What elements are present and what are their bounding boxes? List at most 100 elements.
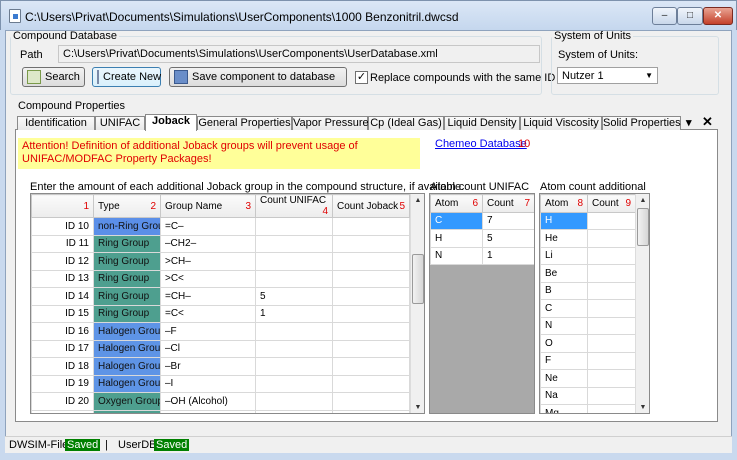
- table-row[interactable]: ID 11 Ring Group –CH2–: [31, 234, 410, 253]
- group-name-cell[interactable]: –OH (Alcohol): [160, 392, 256, 411]
- row-id-cell[interactable]: ID 21: [31, 409, 94, 413]
- scroll-up-arrow-icon[interactable]: ▲: [411, 194, 424, 208]
- joback-grid-scrollbar[interactable]: ▲ ▼: [410, 194, 424, 413]
- tab-general-properties[interactable]: General Properties: [197, 116, 292, 130]
- count-joback-cell[interactable]: [332, 322, 410, 341]
- atom-count-cell[interactable]: [587, 351, 636, 370]
- group-name-cell[interactable]: >CH–: [160, 252, 256, 271]
- atom-count-cell[interactable]: [587, 334, 636, 353]
- scroll-down-arrow-icon[interactable]: ▼: [411, 401, 424, 413]
- row-id-cell[interactable]: ID 18: [31, 357, 94, 376]
- table-row[interactable]: ID 12 Ring Group >CH–: [31, 252, 410, 271]
- table-row[interactable]: F: [540, 351, 636, 370]
- atom-cell[interactable]: B: [540, 281, 588, 300]
- atom-cell[interactable]: Li: [540, 246, 588, 265]
- row-id-cell[interactable]: ID 17: [31, 339, 94, 358]
- row-id-cell[interactable]: ID 15: [31, 304, 94, 323]
- group-type-cell[interactable]: Ring Group: [93, 269, 161, 288]
- save-component-button[interactable]: Save component to database: [169, 67, 347, 87]
- table-row[interactable]: Mg: [540, 404, 636, 413]
- table-row[interactable]: Ne: [540, 369, 636, 388]
- count-joback-cell[interactable]: [332, 269, 410, 288]
- row-id-cell[interactable]: ID 11: [31, 234, 94, 253]
- count-joback-cell[interactable]: [332, 217, 410, 236]
- atom-count-unifac-grid[interactable]: Atom 6 Count 7 C7H5N1: [429, 193, 535, 414]
- atom-cell[interactable]: N: [540, 316, 588, 335]
- tab-solid-properties[interactable]: Solid Properties: [602, 116, 681, 130]
- tab-close-icon[interactable]: ✕: [702, 114, 713, 130]
- group-name-cell[interactable]: =C–: [160, 217, 256, 236]
- minimize-button[interactable]: ‒: [652, 7, 677, 25]
- table-row[interactable]: Be: [540, 264, 636, 283]
- close-window-button[interactable]: ✕: [703, 7, 733, 25]
- count-unifac-cell[interactable]: [255, 357, 333, 376]
- table-row[interactable]: ID 14 Ring Group =CH– 5: [31, 287, 410, 306]
- table-row[interactable]: H5: [430, 229, 534, 248]
- row-id-cell[interactable]: ID 20: [31, 392, 94, 411]
- atom-cell[interactable]: Ne: [540, 369, 588, 388]
- count-unifac-cell[interactable]: 5: [255, 287, 333, 306]
- count-joback-cell[interactable]: [332, 304, 410, 323]
- row-id-cell[interactable]: ID 14: [31, 287, 94, 306]
- group-type-cell[interactable]: Oxygen Group: [93, 409, 161, 413]
- group-type-cell[interactable]: Halogen Group: [93, 339, 161, 358]
- count-unifac-cell[interactable]: [255, 234, 333, 253]
- count-unifac-cell[interactable]: [255, 252, 333, 271]
- atom-count-cell[interactable]: 5: [482, 229, 534, 248]
- row-id-cell[interactable]: ID 13: [31, 269, 94, 288]
- count-unifac-cell[interactable]: [255, 339, 333, 358]
- atom-count-cell[interactable]: [587, 264, 636, 283]
- atom-cell[interactable]: Na: [540, 386, 588, 405]
- atom-cell[interactable]: Be: [540, 264, 588, 283]
- replace-compounds-checkbox[interactable]: ✓: [355, 71, 368, 84]
- atom-cell[interactable]: H: [540, 211, 588, 230]
- table-row[interactable]: O: [540, 334, 636, 353]
- group-type-cell[interactable]: Ring Group: [93, 252, 161, 271]
- table-row[interactable]: ID 20 Oxygen Group –OH (Alcohol): [31, 392, 410, 411]
- table-row[interactable]: ID 19 Halogen Group –I: [31, 374, 410, 393]
- tab-unifac[interactable]: UNIFAC: [95, 116, 145, 130]
- atom-count-cell[interactable]: [587, 281, 636, 300]
- atom-cell[interactable]: C: [540, 299, 588, 318]
- system-of-units-select[interactable]: Nutzer 1 ▼: [557, 67, 658, 84]
- atom-cell[interactable]: Mg: [540, 404, 588, 413]
- atom-count-cell[interactable]: [587, 316, 636, 335]
- count-joback-cell[interactable]: [332, 339, 410, 358]
- table-row[interactable]: ID 17 Halogen Group –Cl: [31, 339, 410, 358]
- tab-cp-ideal-gas[interactable]: Cp (Ideal Gas): [368, 116, 444, 130]
- column-header[interactable]: Count 7: [482, 194, 534, 213]
- atom-cell[interactable]: He: [540, 229, 588, 248]
- group-name-cell[interactable]: –OH (Phenol): [160, 409, 256, 413]
- column-header[interactable]: Group Name 3: [160, 194, 256, 218]
- atom-cell[interactable]: H: [430, 229, 483, 248]
- table-row[interactable]: C7: [430, 211, 534, 230]
- count-unifac-cell[interactable]: [255, 269, 333, 288]
- scroll-thumb[interactable]: [412, 254, 424, 304]
- table-row[interactable]: C: [540, 299, 636, 318]
- group-type-cell[interactable]: Halogen Group: [93, 357, 161, 376]
- table-row[interactable]: N: [540, 316, 636, 335]
- count-joback-cell[interactable]: [332, 234, 410, 253]
- group-type-cell[interactable]: Halogen Group: [93, 322, 161, 341]
- count-unifac-cell[interactable]: [255, 392, 333, 411]
- tab-joback[interactable]: Joback: [145, 114, 197, 131]
- joback-groups-grid[interactable]: 1 Type 2 Group Name 3 Count UNIFAC 4 Count Joba…: [30, 193, 425, 414]
- column-header[interactable]: Type 2: [93, 194, 161, 218]
- table-row[interactable]: He: [540, 229, 636, 248]
- atom-count-cell[interactable]: 1: [482, 246, 534, 265]
- additional-grid-scrollbar[interactable]: ▲ ▼: [635, 194, 649, 413]
- atom-count-cell[interactable]: [587, 246, 636, 265]
- atom-count-cell[interactable]: [587, 369, 636, 388]
- atom-count-additional-grid[interactable]: Atom 8 Count 9 H He Li Be B C N O F Ne Na Mg ▲ ▼: [539, 193, 650, 414]
- group-type-cell[interactable]: Ring Group: [93, 287, 161, 306]
- group-name-cell[interactable]: =CH–: [160, 287, 256, 306]
- path-field[interactable]: C:\Users\Privat\Documents\Simulations\Us…: [58, 45, 540, 63]
- atom-count-cell[interactable]: [587, 386, 636, 405]
- count-joback-cell[interactable]: [332, 252, 410, 271]
- scroll-thumb[interactable]: [637, 208, 649, 246]
- column-header[interactable]: Count Joback 5: [332, 194, 410, 218]
- atom-count-cell[interactable]: [587, 229, 636, 248]
- column-header[interactable]: Count 9: [587, 194, 636, 213]
- group-name-cell[interactable]: –CH2–: [160, 234, 256, 253]
- create-new-button[interactable]: Create New: [92, 67, 161, 87]
